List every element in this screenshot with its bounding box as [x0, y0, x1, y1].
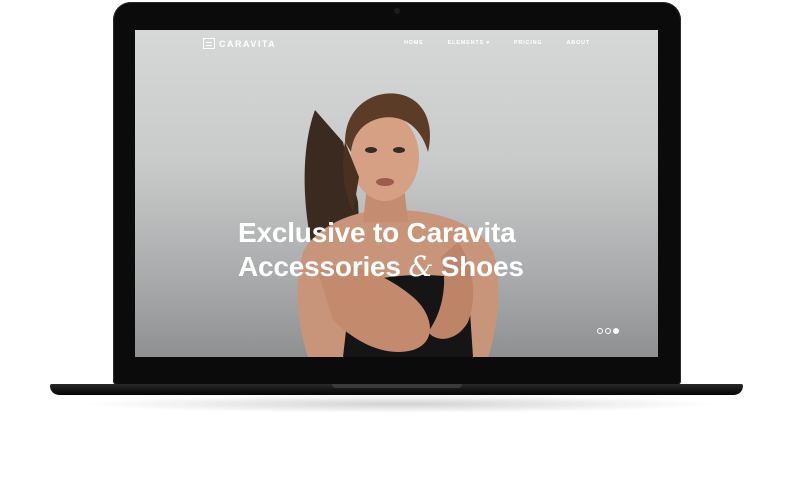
hero-title-shoes: Shoes	[433, 251, 524, 282]
laptop-hinge-notch	[332, 384, 462, 388]
webcam	[394, 8, 400, 14]
carousel-dot-2[interactable]	[605, 328, 611, 334]
logo-text: CARAVITA	[219, 38, 277, 49]
website-screen: CARAVITA HOME ELEMENTS ▾ PRICING ABOUT E…	[135, 30, 658, 357]
carousel-dot-1[interactable]	[597, 328, 603, 334]
hero-title-ampersand: &	[408, 250, 434, 283]
site-navbar: CARAVITA HOME ELEMENTS ▾ PRICING ABOUT	[135, 30, 658, 58]
nav-home[interactable]: HOME	[404, 40, 424, 46]
nav-about[interactable]: ABOUT	[566, 40, 590, 46]
laptop-lid: CARAVITA HOME ELEMENTS ▾ PRICING ABOUT E…	[113, 2, 681, 385]
hero-title-line1: Exclusive to Caravita	[238, 217, 516, 248]
hero-heading: Exclusive to Caravita Accessories & Shoe…	[238, 216, 598, 284]
carousel-dot-3[interactable]	[613, 328, 619, 334]
site-logo[interactable]: CARAVITA	[203, 38, 276, 49]
nav-pricing[interactable]: PRICING	[514, 40, 543, 46]
laptop-shadow	[80, 395, 720, 413]
nav-elements-dropdown[interactable]: ELEMENTS ▾	[448, 40, 490, 46]
main-nav: HOME ELEMENTS ▾ PRICING ABOUT	[404, 40, 590, 46]
hero-title-accessories: Accessories	[238, 251, 409, 282]
carousel-pagination	[597, 328, 619, 334]
caravita-logo-icon	[203, 38, 215, 49]
hero-title-line2: Accessories & Shoes	[238, 250, 598, 284]
